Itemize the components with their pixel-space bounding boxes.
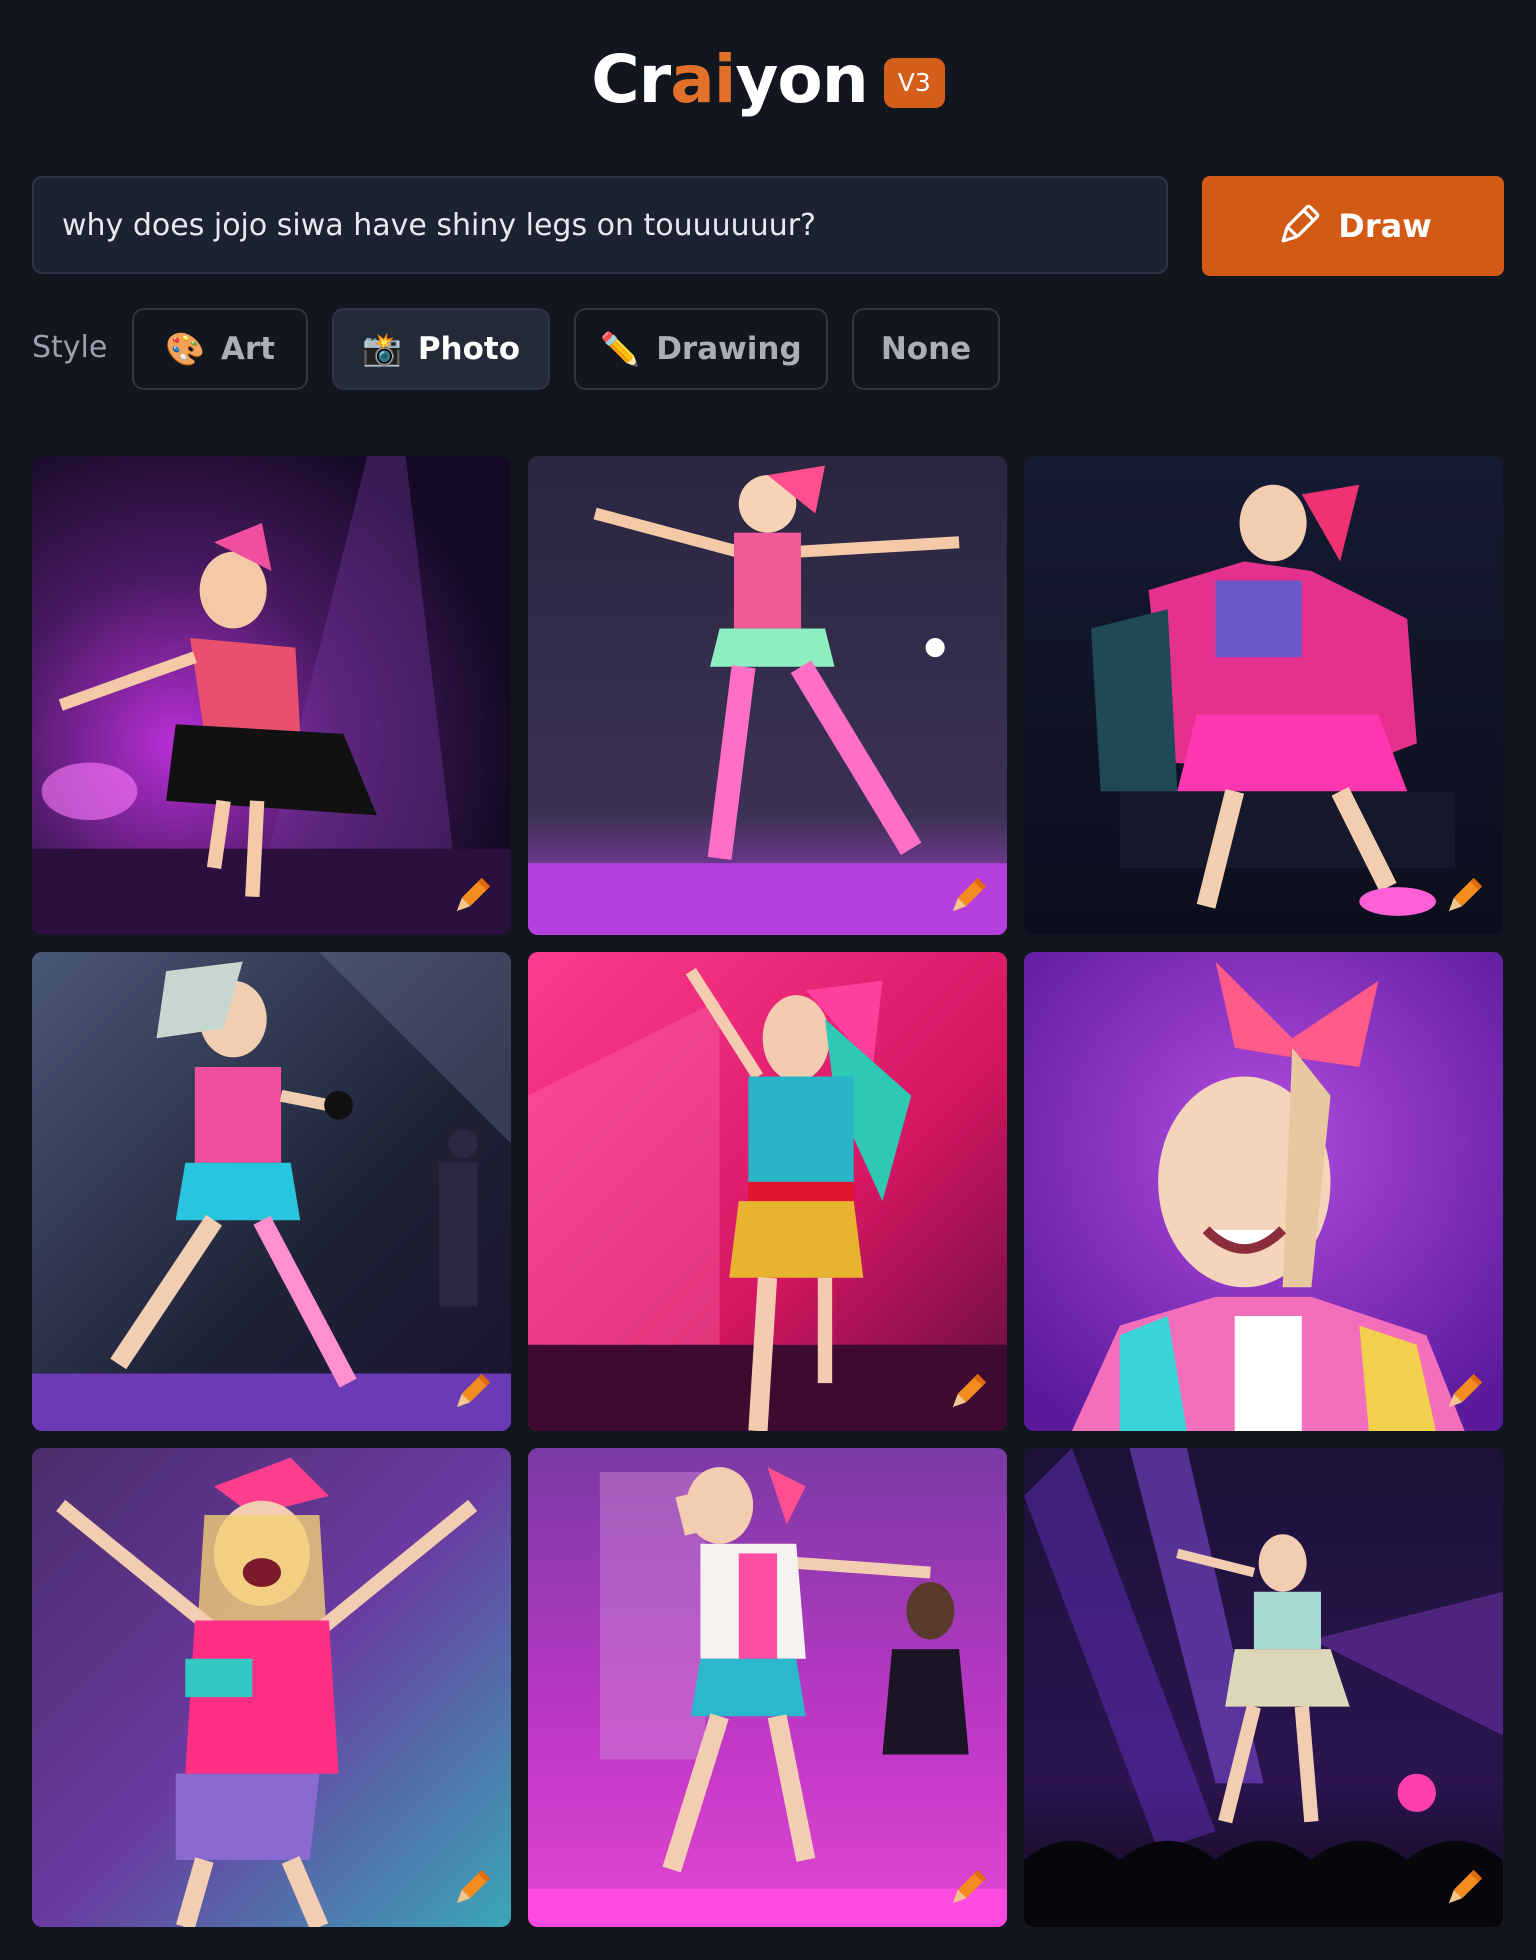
style-photo-label: Photo [417,331,521,367]
generated-photo [528,456,1007,935]
style-photo-button[interactable]: 📸 Photo [332,308,550,390]
style-drawing-button[interactable]: ✏️ Drawing [574,308,828,390]
result-image-5[interactable] [528,952,1007,1431]
style-art-button[interactable]: 🎨 Art [132,308,308,390]
logo-part-1: Cr [591,41,671,118]
result-image-8[interactable] [528,1448,1007,1927]
result-image-3[interactable] [1024,456,1503,935]
draw-button-label: Draw [1338,207,1432,245]
generated-photo [528,952,1007,1431]
edit-pencil-icon[interactable] [1439,1865,1487,1913]
edit-pencil-icon[interactable] [447,1865,495,1913]
version-badge: V3 [883,58,945,108]
result-image-4[interactable] [32,952,511,1431]
logo-wordmark: Craiyon [591,40,869,120]
result-image-2[interactable] [528,456,1007,935]
prompt-field[interactable] [32,176,1168,274]
logo-part-3: yon [735,41,868,118]
prompt-input[interactable] [60,206,1140,244]
generated-photo [1024,456,1503,935]
edit-pencil-icon[interactable] [943,1865,991,1913]
edit-pencil-icon[interactable] [943,873,991,921]
style-art-label: Art [220,331,275,367]
camera-flash-icon: 📸 [361,330,402,368]
style-none-label: None [880,331,972,367]
result-image-7[interactable] [32,1448,511,1927]
edit-pencil-icon[interactable] [943,1369,991,1417]
craiyon-page: Craiyon V3 Draw Style 🎨 Art 📸 Photo ✏️ D… [0,0,1536,1960]
edit-pencil-icon[interactable] [447,873,495,921]
style-label: Style [32,330,108,365]
generated-photo [32,456,511,935]
pencil-icon: ✏️ [600,330,641,368]
style-drawing-label: Drawing [656,331,802,367]
generated-photo [32,1448,511,1927]
edit-pencil-icon[interactable] [1439,1369,1487,1417]
generated-photo [528,1448,1007,1927]
logo[interactable]: Craiyon V3 [0,40,1536,120]
results-grid [32,456,1504,1927]
result-image-1[interactable] [32,456,511,935]
result-image-9[interactable] [1024,1448,1503,1927]
generated-photo [32,952,511,1431]
edit-pencil-icon[interactable] [1439,873,1487,921]
draw-button[interactable]: Draw [1202,176,1504,276]
generated-photo [1024,1448,1503,1927]
style-none-button[interactable]: None [852,308,1000,390]
palette-icon: 🎨 [165,330,205,368]
generated-photo [1024,952,1503,1431]
pencil-icon [1281,204,1320,243]
logo-part-2: ai [670,41,736,118]
result-image-6[interactable] [1024,952,1503,1431]
edit-pencil-icon[interactable] [447,1369,495,1417]
